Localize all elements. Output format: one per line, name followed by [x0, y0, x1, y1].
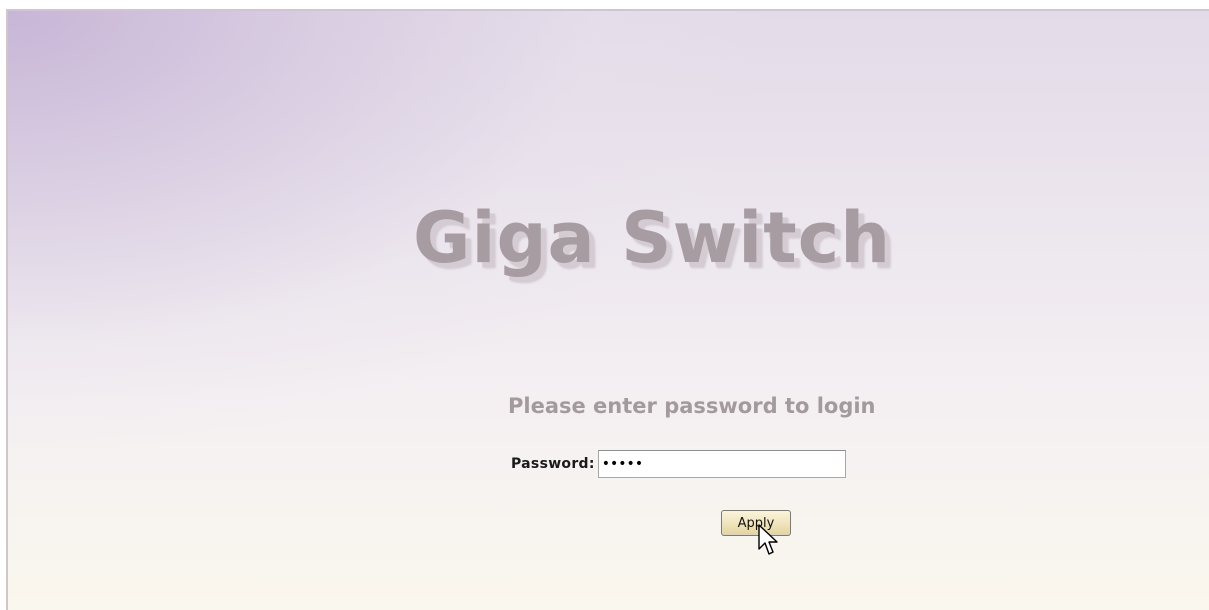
password-label: Password:	[511, 456, 595, 472]
password-input[interactable]	[597, 450, 846, 478]
login-page: Giga Switch Please enter password to log…	[6, 9, 1209, 610]
login-prompt: Please enter password to login	[508, 394, 876, 418]
password-row: Password:	[511, 449, 846, 479]
brand-title: Giga Switch	[413, 197, 892, 279]
apply-button[interactable]: Apply	[721, 510, 791, 536]
